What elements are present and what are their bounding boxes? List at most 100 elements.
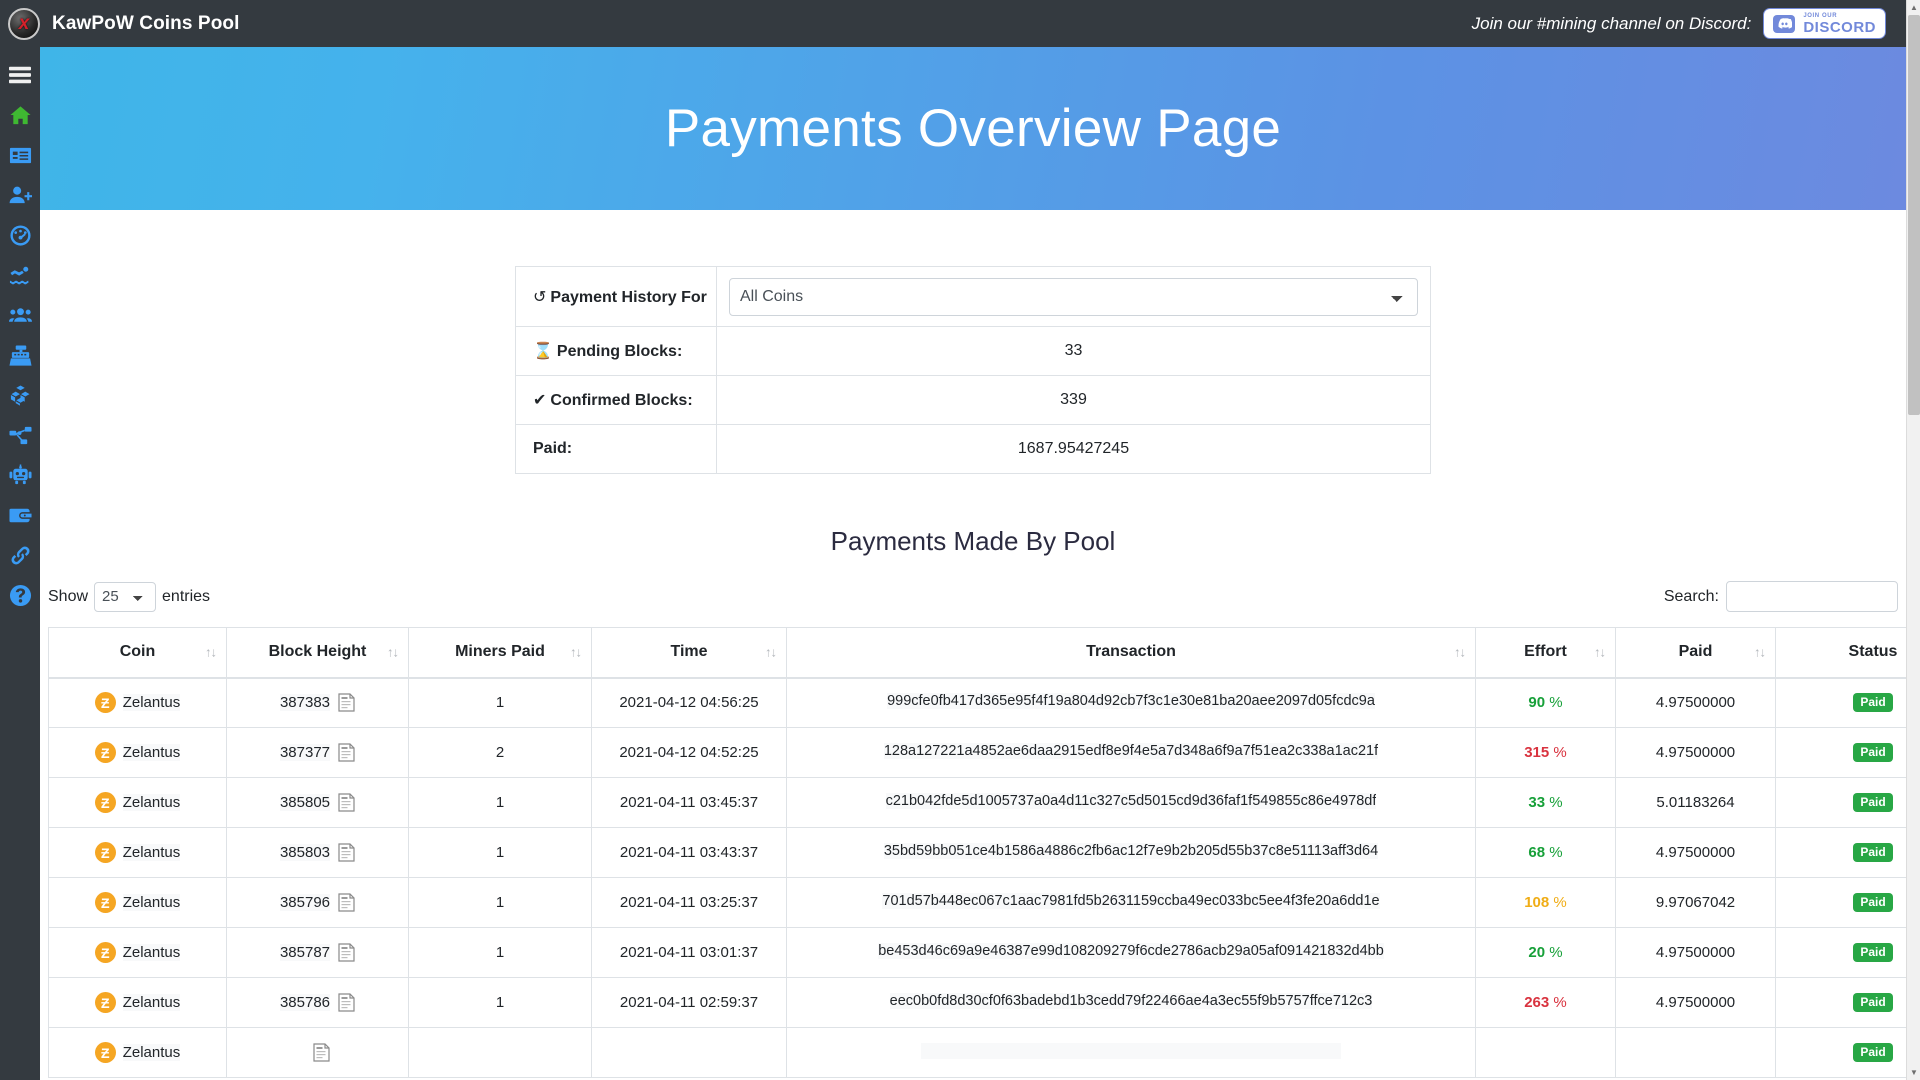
cell-miners-paid: 1: [408, 877, 592, 928]
coin-cell: Ƶ Zelantus: [55, 692, 220, 714]
zelantus-coin-icon: Ƶ: [94, 1042, 116, 1063]
copy-icon: [338, 693, 355, 712]
cell-miners-paid: 1: [408, 977, 592, 1028]
cell-time: 2021-04-11 02:59:37: [591, 977, 787, 1028]
cell-paid: 9.97067042: [1615, 877, 1776, 928]
cell-transaction[interactable]: 999cfe0fb417d365e95f4f19a804d92cb7f3c1e3…: [786, 677, 1476, 728]
id-card-icon: [9, 147, 31, 163]
transaction-hash[interactable]: 128a127221a4852ae6daa2915edf8e9f4e5a7d34…: [883, 742, 1379, 759]
column-header-block-height[interactable]: Block Height ↑↓: [226, 627, 409, 679]
cell-transaction[interactable]: c21b042fde5d1005737a0a4d11c327c5d5015cd9…: [786, 777, 1476, 828]
sidebar-item-menu-toggle[interactable]: [0, 55, 40, 95]
scroll-up-arrow-icon[interactable]: ▲: [1907, 0, 1920, 15]
page-length-control: Show 25 entries: [48, 581, 210, 612]
cell-transaction[interactable]: eec0b0fd8d30cf0f63badebd1b3cedd79f22466a…: [786, 977, 1476, 1028]
cell-block-height: [226, 1027, 409, 1078]
status-badge: Paid: [1853, 992, 1893, 1013]
column-header-transaction[interactable]: Transaction ↑↓: [786, 627, 1476, 679]
discord-button-label: JOIN OUR DISCORD: [1803, 13, 1876, 35]
swimmer-icon: [9, 266, 28, 284]
sort-icon: ↑↓: [1454, 644, 1466, 660]
brand[interactable]: x KawPoW Coins Pool: [0, 7, 239, 40]
cell-paid: 4.97500000: [1615, 727, 1776, 778]
pending-label-cell: ⌛ Pending Blocks:: [515, 326, 717, 376]
transaction-hash[interactable]: be453d46c69a9e46387e99d108209279f6cde278…: [878, 942, 1384, 959]
column-header-paid[interactable]: Paid ↑↓: [1615, 627, 1776, 679]
sidebar-item-pool[interactable]: [0, 255, 40, 295]
cell-status: Paid: [1775, 1027, 1906, 1078]
sidebar-item-bot[interactable]: [0, 455, 40, 495]
column-header-effort[interactable]: Effort ↑↓: [1475, 627, 1616, 679]
discord-invite-text: Join our #mining channel on Discord:: [1471, 13, 1752, 33]
column-header-coin[interactable]: Coin ↑↓: [48, 627, 227, 679]
cell-coin: Ƶ Zelantus: [48, 1027, 227, 1078]
sidebar-item-blocks[interactable]: [0, 375, 40, 415]
payment-summary-table: ↺ Payment History For All Coins ⌛ Pending …: [515, 266, 1431, 474]
cell-transaction[interactable]: [786, 1027, 1476, 1078]
confirmed-label-cell: ✔ Confirmed Blocks:: [515, 375, 717, 425]
sidebar-item-wallet[interactable]: [0, 495, 40, 535]
coin-cell: Ƶ Zelantus: [55, 792, 220, 813]
transaction-hash[interactable]: c21b042fde5d1005737a0a4d11c327c5d5015cd9…: [885, 792, 1377, 809]
effort-value: 20 %: [1528, 944, 1563, 961]
scroll-down-arrow-icon[interactable]: ▼: [1907, 1065, 1920, 1080]
search-input[interactable]: [1726, 581, 1898, 612]
status-badge: Paid: [1853, 742, 1893, 763]
cell-miners-paid: 1: [408, 827, 592, 878]
coin-name: Zelantus: [122, 1044, 181, 1061]
table-row: Ƶ Zelantus 387377 2 2021-04-12 04:52:25 128a1…: [48, 727, 1906, 778]
block-height-cell: 387383: [233, 693, 402, 712]
scrollbar-thumb[interactable]: [1908, 15, 1920, 415]
sidebar-item-dashboard[interactable]: [0, 215, 40, 255]
vertical-scrollbar[interactable]: ▲ ▼: [1906, 0, 1920, 1080]
column-label-block-height: Block Height: [268, 643, 367, 661]
cell-effort: 315 %: [1475, 727, 1616, 778]
cell-miners-paid: 1: [408, 927, 592, 978]
sidebar-item-id-card[interactable]: [0, 135, 40, 175]
cell-status: Paid: [1775, 977, 1906, 1028]
user-plus-icon: [9, 186, 32, 203]
cell-time: 2021-04-11 03:01:37: [591, 927, 787, 978]
column-header-status[interactable]: Status ↑↓: [1775, 627, 1906, 679]
cell-coin: Ƶ Zelantus: [48, 977, 227, 1028]
cell-transaction[interactable]: 35bd59bb051ce4b1586a4886c2fb6ac12f7e9b2b…: [786, 827, 1476, 878]
transaction-hash[interactable]: eec0b0fd8d30cf0f63badebd1b3cedd79f22466a…: [889, 992, 1373, 1009]
zelantus-coin-icon: Ƶ: [94, 942, 116, 963]
discord-join-button[interactable]: JOIN OUR DISCORD: [1763, 8, 1886, 39]
sidebar-item-network[interactable]: [0, 415, 40, 455]
sidebar-item-miners[interactable]: [0, 295, 40, 335]
transaction-hash[interactable]: 999cfe0fb417d365e95f4f19a804d92cb7f3c1e3…: [887, 692, 1375, 709]
sidebar-item-payments[interactable]: [0, 335, 40, 375]
column-label-effort: Effort: [1524, 643, 1567, 661]
cell-transaction[interactable]: be453d46c69a9e46387e99d108209279f6cde278…: [786, 927, 1476, 978]
coin-name: Zelantus: [122, 794, 181, 811]
zelantus-coin-icon: Ƶ: [94, 842, 116, 863]
block-height-cell: 385786: [233, 993, 402, 1012]
column-label-time: Time: [670, 643, 708, 661]
coin-filter-select[interactable]: All Coins: [729, 277, 1418, 316]
coin-cell: Ƶ Zelantus: [55, 942, 220, 963]
sidebar-item-links[interactable]: [0, 535, 40, 575]
effort-value: 68 %: [1528, 844, 1563, 861]
sidebar-item-user-add[interactable]: [0, 175, 40, 215]
cell-time: [591, 1027, 787, 1078]
cell-transaction[interactable]: 701d57b448ec067c1aac7981fd5b2631159ccba4…: [786, 877, 1476, 928]
transaction-hash[interactable]: 701d57b448ec067c1aac7981fd5b2631159ccba4…: [882, 892, 1380, 909]
cell-transaction[interactable]: 128a127221a4852ae6daa2915edf8e9f4e5a7d34…: [786, 727, 1476, 778]
sidebar-item-help[interactable]: [0, 575, 40, 615]
cell-miners-paid: 2: [408, 727, 592, 778]
transaction-hash[interactable]: 35bd59bb051ce4b1586a4886c2fb6ac12f7e9b2b…: [883, 842, 1379, 859]
transaction-hash[interactable]: [921, 1042, 1341, 1059]
block-height-cell: 385796: [233, 893, 402, 912]
status-badge: Paid: [1853, 842, 1893, 863]
block-height-value: 385803: [279, 844, 331, 861]
page-length-select[interactable]: 25: [94, 581, 157, 612]
sort-icon: ↑↓: [570, 644, 582, 660]
table-row-confirmed-blocks: ✔ Confirmed Blocks: 339: [515, 375, 1431, 425]
column-header-time[interactable]: Time ↑↓: [591, 627, 787, 679]
logo-x-glyph: x: [18, 13, 30, 34]
column-header-miners-paid[interactable]: Miners Paid ↑↓: [408, 627, 592, 679]
cell-status: Paid: [1775, 927, 1906, 978]
sidebar-item-home[interactable]: [0, 95, 40, 135]
sort-icon: ↑↓: [1594, 644, 1606, 660]
